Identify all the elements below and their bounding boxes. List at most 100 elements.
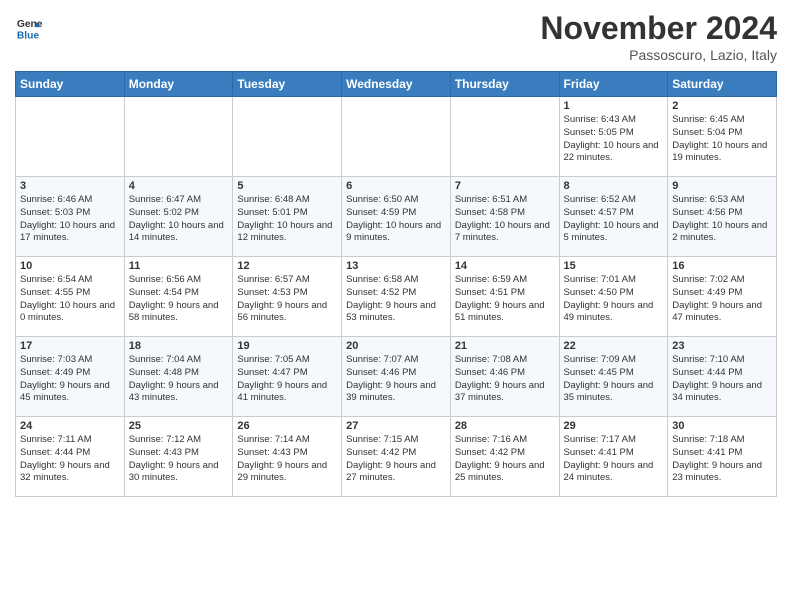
calendar-cell: 8Sunrise: 6:52 AMSunset: 4:57 PMDaylight…: [559, 177, 668, 257]
day-info: Sunrise: 6:56 AMSunset: 4:54 PMDaylight:…: [129, 274, 229, 325]
day-number: 29: [564, 420, 664, 432]
calendar-cell: 22 Sunrise: 7:09 AMSunset: 4:45 PMDayligh…: [559, 337, 668, 417]
weekday-header: Wednesday: [342, 72, 451, 97]
day-info: Sunrise: 7:07 AMSunset: 4:46 PMDaylight:…: [346, 354, 446, 405]
day-number: 4: [129, 180, 229, 192]
day-number: 22: [564, 340, 664, 352]
day-info: Sunrise: 6:46 AMSunset: 5:03 PMDaylight:…: [20, 194, 120, 245]
calendar-cell: [233, 97, 342, 177]
day-info: Sunrise: 6:43 AMSunset: 5:05 PMDaylight:…: [564, 114, 664, 165]
calendar-cell: 10 Sunrise: 6:54 AMSunset: 4:55 PMDayligh…: [16, 257, 125, 337]
calendar-cell: 16Sunrise: 7:02 AMSunset: 4:49 PMDayligh…: [668, 257, 777, 337]
day-info: Sunrise: 7:11 AMSunset: 4:44 PMDaylight:…: [20, 434, 120, 485]
day-number: 7: [455, 180, 555, 192]
day-info: Sunrise: 7:09 AMSunset: 4:45 PMDaylight:…: [564, 354, 664, 405]
day-number: 23: [672, 340, 772, 352]
calendar-cell: [16, 97, 125, 177]
weekday-header: Saturday: [668, 72, 777, 97]
weekday-header: Sunday: [16, 72, 125, 97]
day-number: 17: [20, 340, 120, 352]
day-number: 12: [237, 260, 337, 272]
day-info: Sunrise: 7:15 AMSunset: 4:42 PMDaylight:…: [346, 434, 446, 485]
day-number: 6: [346, 180, 446, 192]
day-number: 26: [237, 420, 337, 432]
svg-text:Blue: Blue: [17, 30, 40, 41]
calendar-cell: 1 Sunrise: 6:43 AMSunset: 5:05 PMDaylight…: [559, 97, 668, 177]
day-info: Sunrise: 7:01 AMSunset: 4:50 PMDaylight:…: [564, 274, 664, 325]
calendar-week-row: 10 Sunrise: 6:54 AMSunset: 4:55 PMDayligh…: [16, 257, 777, 337]
logo-icon: General Blue: [15, 14, 43, 42]
calendar-cell: 27 Sunrise: 7:15 AMSunset: 4:42 PMDayligh…: [342, 417, 451, 497]
calendar-cell: 17 Sunrise: 7:03 AMSunset: 4:49 PMDayligh…: [16, 337, 125, 417]
day-info: Sunrise: 6:59 AMSunset: 4:51 PMDaylight:…: [455, 274, 555, 325]
calendar-cell: 28 Sunrise: 7:16 AMSunset: 4:42 PMDayligh…: [450, 417, 559, 497]
day-number: 27: [346, 420, 446, 432]
day-number: 11: [129, 260, 229, 272]
day-info: Sunrise: 6:54 AMSunset: 4:55 PMDaylight:…: [20, 274, 120, 325]
day-info: Sunrise: 6:48 AMSunset: 5:01 PMDaylight:…: [237, 194, 337, 245]
day-info: Sunrise: 6:50 AMSunset: 4:59 PMDaylight:…: [346, 194, 446, 245]
day-info: Sunrise: 6:51 AMSunset: 4:58 PMDaylight:…: [455, 194, 555, 245]
logo: General Blue: [15, 14, 43, 42]
day-info: Sunrise: 6:52 AMSunset: 4:57 PMDaylight:…: [564, 194, 664, 245]
calendar-cell: 29 Sunrise: 7:17 AMSunset: 4:41 PMDayligh…: [559, 417, 668, 497]
day-number: 19: [237, 340, 337, 352]
day-info: Sunrise: 7:17 AMSunset: 4:41 PMDaylight:…: [564, 434, 664, 485]
day-number: 2: [672, 100, 772, 112]
day-info: Sunrise: 7:05 AMSunset: 4:47 PMDaylight:…: [237, 354, 337, 405]
day-number: 3: [20, 180, 120, 192]
calendar-cell: 20Sunrise: 7:07 AMSunset: 4:46 PMDayligh…: [342, 337, 451, 417]
day-number: 14: [455, 260, 555, 272]
day-info: Sunrise: 7:16 AMSunset: 4:42 PMDaylight:…: [455, 434, 555, 485]
calendar-cell: [450, 97, 559, 177]
day-number: 9: [672, 180, 772, 192]
weekday-header: Friday: [559, 72, 668, 97]
day-number: 25: [129, 420, 229, 432]
day-info: Sunrise: 7:08 AMSunset: 4:46 PMDaylight:…: [455, 354, 555, 405]
day-number: 28: [455, 420, 555, 432]
day-number: 1: [564, 100, 664, 112]
calendar-cell: 18 Sunrise: 7:04 AMSunset: 4:48 PMDayligh…: [124, 337, 233, 417]
weekday-header: Monday: [124, 72, 233, 97]
day-info: Sunrise: 7:10 AMSunset: 4:44 PMDaylight:…: [672, 354, 772, 405]
day-info: Sunrise: 6:47 AMSunset: 5:02 PMDaylight:…: [129, 194, 229, 245]
calendar-cell: 11 Sunrise: 6:56 AMSunset: 4:54 PMDayligh…: [124, 257, 233, 337]
title-block: November 2024 Passoscuro, Lazio, Italy: [540, 10, 777, 63]
day-info: Sunrise: 7:18 AMSunset: 4:41 PMDaylight:…: [672, 434, 772, 485]
calendar-cell: 6 Sunrise: 6:50 AMSunset: 4:59 PMDaylight…: [342, 177, 451, 257]
day-info: Sunrise: 6:58 AMSunset: 4:52 PMDaylight:…: [346, 274, 446, 325]
calendar-week-row: 1 Sunrise: 6:43 AMSunset: 5:05 PMDaylight…: [16, 97, 777, 177]
calendar-cell: 12Sunrise: 6:57 AMSunset: 4:53 PMDayligh…: [233, 257, 342, 337]
day-number: 5: [237, 180, 337, 192]
calendar-week-row: 17 Sunrise: 7:03 AMSunset: 4:49 PMDayligh…: [16, 337, 777, 417]
calendar-cell: 4 Sunrise: 6:47 AMSunset: 5:02 PMDaylight…: [124, 177, 233, 257]
calendar-week-row: 24 Sunrise: 7:11 AMSunset: 4:44 PMDayligh…: [16, 417, 777, 497]
day-number: 18: [129, 340, 229, 352]
day-info: Sunrise: 7:14 AMSunset: 4:43 PMDaylight:…: [237, 434, 337, 485]
day-number: 30: [672, 420, 772, 432]
calendar-cell: 7 Sunrise: 6:51 AMSunset: 4:58 PMDaylight…: [450, 177, 559, 257]
calendar-cell: 9 Sunrise: 6:53 AMSunset: 4:56 PMDaylight…: [668, 177, 777, 257]
calendar-cell: 23 Sunrise: 7:10 AMSunset: 4:44 PMDayligh…: [668, 337, 777, 417]
day-number: 16: [672, 260, 772, 272]
day-info: Sunrise: 6:53 AMSunset: 4:56 PMDaylight:…: [672, 194, 772, 245]
location: Passoscuro, Lazio, Italy: [540, 47, 777, 63]
calendar-cell: 3 Sunrise: 6:46 AMSunset: 5:03 PMDaylight…: [16, 177, 125, 257]
weekday-header-row: SundayMondayTuesdayWednesdayThursdayFrid…: [16, 72, 777, 97]
day-number: 21: [455, 340, 555, 352]
calendar-cell: 2Sunrise: 6:45 AMSunset: 5:04 PMDaylight…: [668, 97, 777, 177]
day-number: 10: [20, 260, 120, 272]
calendar-cell: 26 Sunrise: 7:14 AMSunset: 4:43 PMDayligh…: [233, 417, 342, 497]
day-number: 24: [20, 420, 120, 432]
calendar-cell: [124, 97, 233, 177]
day-info: Sunrise: 7:04 AMSunset: 4:48 PMDaylight:…: [129, 354, 229, 405]
day-number: 15: [564, 260, 664, 272]
calendar-cell: 24 Sunrise: 7:11 AMSunset: 4:44 PMDayligh…: [16, 417, 125, 497]
weekday-header: Thursday: [450, 72, 559, 97]
day-info: Sunrise: 7:03 AMSunset: 4:49 PMDaylight:…: [20, 354, 120, 405]
svg-text:General: General: [17, 19, 43, 30]
calendar-cell: 5 Sunrise: 6:48 AMSunset: 5:01 PMDaylight…: [233, 177, 342, 257]
month-title: November 2024: [540, 10, 777, 47]
day-number: 13: [346, 260, 446, 272]
page-header: General Blue November 2024 Passoscuro, L…: [15, 10, 777, 63]
